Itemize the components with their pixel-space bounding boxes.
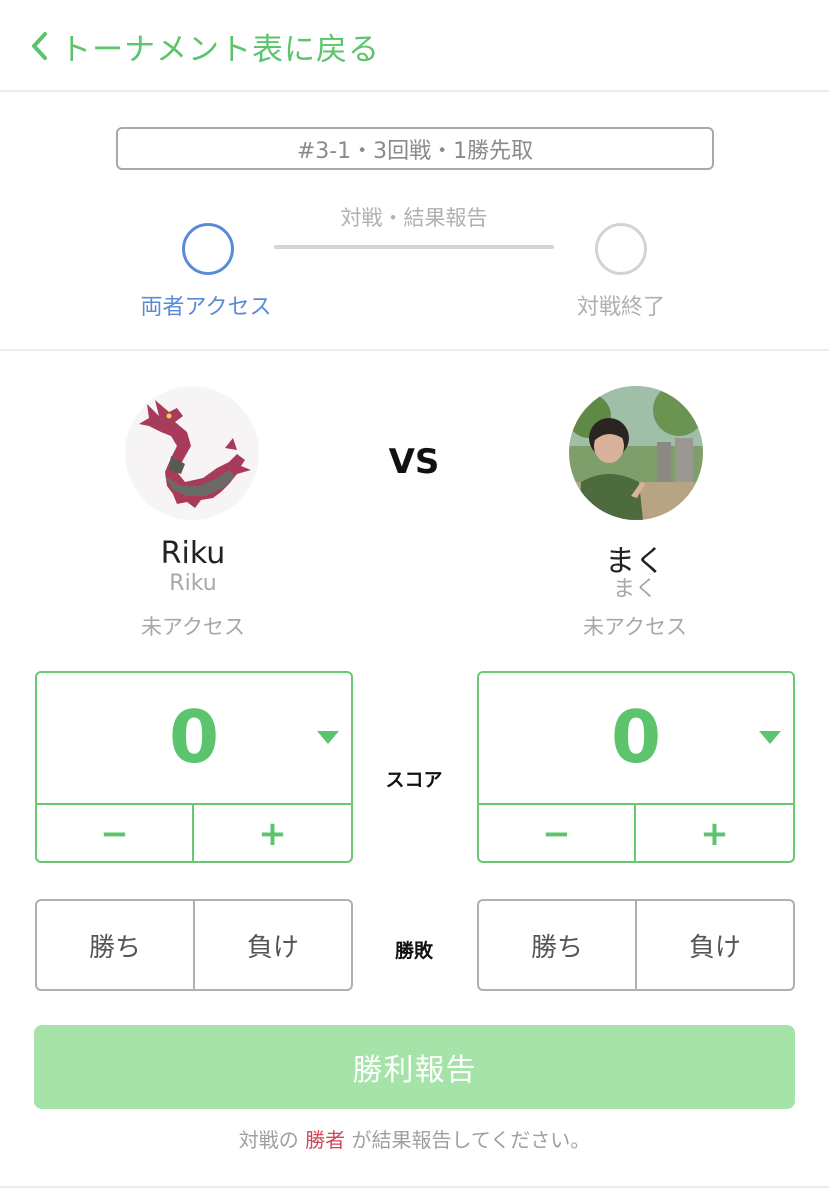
- player1-score-value: 0: [168, 695, 220, 779]
- dragon-avatar-icon: [125, 386, 259, 520]
- step-label-access: 両者アクセス: [140, 295, 272, 320]
- player1-avatar: [125, 386, 259, 520]
- player1-score-box: 0 − +: [35, 671, 353, 863]
- result-label: 勝敗: [394, 940, 433, 962]
- player1-id: Riku: [169, 571, 217, 596]
- caret-down-icon: [759, 731, 781, 744]
- progress-phase-label: 対戦・結果報告: [340, 206, 488, 230]
- bottom-divider: [0, 1186, 829, 1188]
- player1-result-toggle: 勝ち 負け: [35, 899, 353, 991]
- player1-score-minus-button[interactable]: −: [37, 805, 194, 861]
- chevron-left-icon: [30, 31, 48, 61]
- vs-label: VS: [388, 442, 440, 482]
- player2-score-select[interactable]: 0: [479, 673, 793, 805]
- player1-win-button[interactable]: 勝ち: [37, 901, 195, 989]
- player1-score-plus-button[interactable]: +: [194, 805, 351, 861]
- player2-avatar: [569, 386, 703, 520]
- player2-score-plus-button[interactable]: +: [636, 805, 793, 861]
- player2-win-button[interactable]: 勝ち: [479, 901, 637, 989]
- step-circle-finished: [595, 223, 647, 275]
- section-divider: [0, 349, 829, 351]
- player1-name: Riku: [160, 536, 226, 571]
- score-label: スコア: [385, 769, 443, 791]
- note-text-after: が結果報告してください。: [351, 1128, 591, 1152]
- back-link-label: トーナメント表に戻る: [60, 31, 380, 68]
- player2-result-toggle: 勝ち 負け: [477, 899, 795, 991]
- player2-access-status: 未アクセス: [583, 615, 687, 639]
- report-win-button[interactable]: 勝利報告: [34, 1025, 795, 1109]
- player1-score-select[interactable]: 0: [37, 673, 351, 805]
- note-text-before: 対戦の: [238, 1128, 299, 1152]
- player1-access-status: 未アクセス: [141, 615, 245, 639]
- player2-score-value: 0: [610, 695, 662, 779]
- user-photo-avatar-icon: [569, 386, 703, 520]
- step-circle-access: [182, 223, 234, 275]
- player2-score-minus-button[interactable]: −: [479, 805, 636, 861]
- match-info-badge: #3-1・3回戦・1勝先取: [116, 127, 714, 170]
- caret-down-icon: [317, 731, 339, 744]
- player2-lose-button[interactable]: 負け: [637, 901, 793, 989]
- step-label-finished: 対戦終了: [576, 295, 665, 320]
- player2-score-box: 0 − +: [477, 671, 795, 863]
- progress-line: [274, 245, 554, 249]
- back-to-tournament-link[interactable]: トーナメント表に戻る: [30, 20, 380, 72]
- note-winner-highlight: 勝者: [305, 1128, 346, 1152]
- report-note: 対戦の 勝者 が結果報告してください。: [0, 1124, 829, 1153]
- player1-lose-button[interactable]: 負け: [195, 901, 351, 989]
- player2-id: まく: [612, 577, 657, 602]
- header: トーナメント表に戻る: [0, 0, 829, 92]
